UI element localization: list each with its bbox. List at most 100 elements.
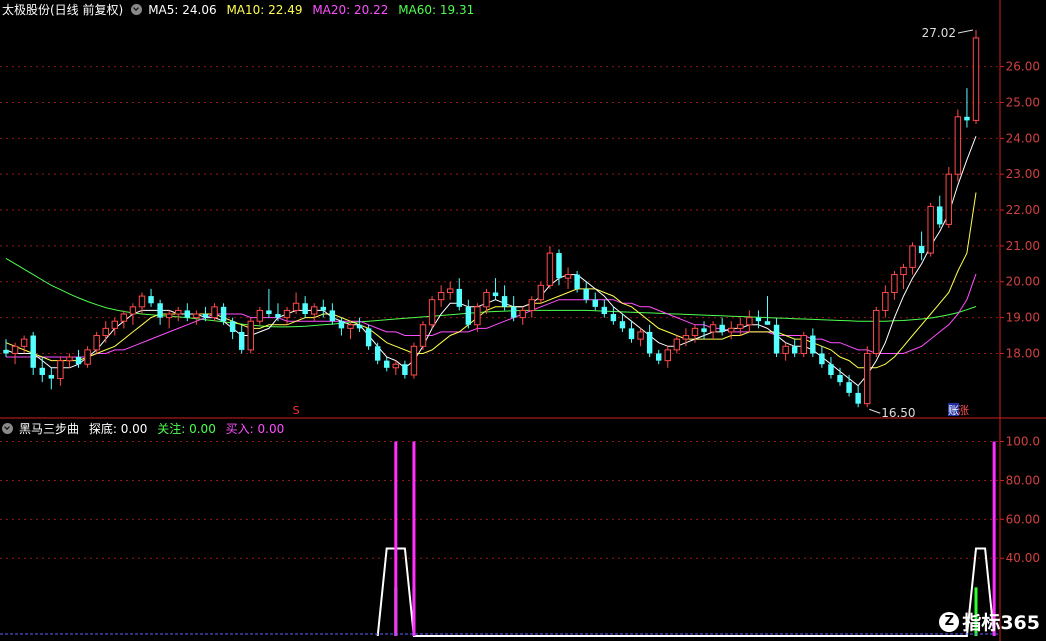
low-label-pointer (869, 408, 881, 414)
candle-body-up (537, 284, 545, 301)
candle-body-down (238, 331, 245, 350)
event-badge-text-2[interactable]: 涨 (958, 404, 969, 417)
candle-body-down (791, 346, 798, 354)
candle-body-up (664, 349, 671, 362)
ma5-line (5, 136, 977, 387)
candle-body-down (384, 360, 390, 368)
candle-body-down (275, 314, 281, 318)
chart-canvas[interactable]: 18.00 19.00 20.00 21.00 22.00 23.00 24.00 25.00… (0, 0, 1046, 641)
candle-body-down (646, 331, 653, 354)
candle-body-up (519, 309, 526, 319)
candle-body-up (909, 245, 916, 268)
candle-body-down (583, 288, 589, 300)
candle-body-down (39, 367, 45, 375)
candle-body-up (800, 335, 807, 354)
ma10-line (5, 192, 977, 369)
low-price-label: 16.50 (881, 406, 915, 420)
price-tick-label: 20.00 (1006, 275, 1040, 289)
candle-body-up (428, 299, 436, 326)
candle-body-down (3, 349, 9, 354)
candle-body-up (102, 327, 109, 337)
candle-body-down (492, 292, 499, 297)
indicator-tick-label: 60.00 (1006, 512, 1040, 526)
candle-body-down (937, 206, 943, 225)
candle-body-up (66, 356, 73, 362)
candle-body-down (229, 321, 236, 332)
candle-body-down (148, 296, 154, 304)
candle-body-up (84, 349, 91, 365)
candle-body-down (338, 321, 345, 329)
candle-body-up (437, 292, 445, 301)
logo-text: 指标365 (962, 612, 1040, 634)
candle-body-down (556, 253, 562, 279)
candle-body-up (311, 306, 318, 315)
indicator-tick-label: 40.00 (1006, 551, 1040, 565)
candle-body-down (855, 392, 861, 404)
price-tick-label: 26.00 (1006, 60, 1040, 74)
candle-body-up (129, 306, 137, 315)
high-label-pointer (957, 29, 974, 34)
candle-body-up (782, 345, 789, 354)
candle-body-up (211, 306, 218, 319)
candle-body-down (48, 374, 55, 379)
candle-body-up (709, 324, 717, 333)
candle-body-up (637, 331, 644, 340)
candle-body-up (256, 309, 264, 322)
price-tick-label: 25.00 (1006, 95, 1040, 109)
candle-body-up (528, 299, 536, 311)
candle-body-up (483, 292, 490, 308)
candle-body-up (11, 345, 19, 354)
indicator-tick-label: 80.00 (1006, 473, 1040, 487)
candle-body-down (773, 324, 780, 354)
candle-body-down (157, 303, 163, 318)
tandi-line (376, 547, 996, 637)
candle-body-down (365, 328, 372, 347)
candle-body-down (320, 306, 327, 311)
candle-body-down (610, 314, 617, 322)
candle-body-down (755, 317, 762, 322)
candle-body-up (546, 252, 554, 286)
indicator-tick-label: 100.0 (1006, 435, 1040, 449)
candle-body-down (456, 288, 462, 307)
candle-body-up (165, 313, 173, 319)
candle-body-up (392, 363, 400, 369)
candle-body-up (57, 360, 64, 380)
candle-body-down (837, 374, 843, 383)
candle-body-up (682, 335, 690, 340)
candle-body-down (329, 310, 336, 322)
sell-signal-marker: S (293, 404, 300, 417)
candle-body-down (184, 310, 191, 318)
candle-body-down (402, 364, 408, 375)
candle-body-down (30, 335, 36, 368)
price-tick-label: 19.00 (1006, 311, 1040, 325)
candle-body-up (93, 335, 100, 351)
candle-body-up (737, 324, 744, 329)
candle-body-down (501, 296, 508, 307)
candle-body-up (474, 306, 481, 326)
candle-body-down (220, 306, 227, 322)
price-tick-label: 18.00 (1006, 346, 1040, 360)
candle-body-up (292, 302, 300, 311)
candle-body-down (719, 324, 725, 332)
candle-body-up (175, 309, 182, 315)
candle-body-up (673, 338, 681, 351)
candle-body-up (283, 309, 291, 319)
candle-body-down (302, 303, 308, 315)
candle-body-up (347, 324, 354, 329)
candle-body-up (138, 295, 146, 308)
candle-body-up (446, 288, 454, 294)
candle-body-up (419, 324, 427, 347)
candle-body-up (891, 274, 898, 294)
candle-body-up (111, 320, 119, 329)
candle-body-down (810, 335, 816, 354)
candle-body-up (882, 292, 889, 311)
candle-body-up (691, 327, 699, 337)
candle-body-down (465, 306, 472, 325)
candle-body-down (619, 321, 626, 329)
candle-body-down (202, 314, 209, 318)
candle-body-down (592, 299, 598, 307)
candle-body-down (846, 382, 852, 393)
candle-body-up (873, 309, 880, 354)
candle-body-down (574, 274, 580, 289)
candle-body-up (900, 266, 907, 276)
